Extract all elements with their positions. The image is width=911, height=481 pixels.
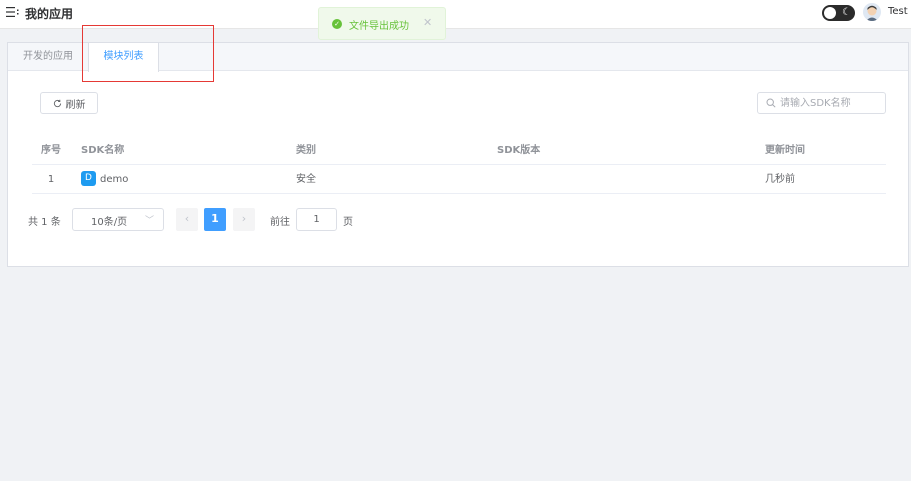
close-icon[interactable]: ✕ (423, 16, 432, 29)
theme-toggle[interactable]: ☾ (822, 5, 855, 21)
cell-sdk-name[interactable]: Ddemo (81, 165, 128, 194)
refresh-button[interactable]: 刷新 (40, 92, 98, 114)
header-updated-time: 更新时间 (765, 145, 805, 156)
top-header: 我的应用 ☾ Test (0, 0, 911, 29)
page-size-select[interactable]: 10条/页 ﹀ (72, 208, 164, 231)
menu-toggle-icon[interactable] (6, 6, 19, 18)
search-input[interactable] (780, 95, 880, 111)
cell-updated-time: 几秒前 (765, 174, 795, 185)
sdk-initial-badge: D (81, 170, 96, 186)
search-box[interactable] (757, 92, 886, 114)
goto-page-input[interactable] (296, 208, 337, 231)
goto-label: 前往 (270, 217, 290, 228)
page-size-value: 10条/页 (91, 217, 128, 228)
page-number-1[interactable]: 1 (204, 208, 226, 231)
page-title: 我的应用 (25, 7, 74, 21)
content-card: 开发的应用 模块列表 刷新 序号 SDK名称 类别 SDK版本 更新时间 1 D… (7, 42, 909, 267)
success-toast: ✓ 文件导出成功 ✕ (318, 7, 446, 40)
avatar[interactable] (863, 3, 881, 21)
table-header-row: 序号 SDK名称 类别 SDK版本 更新时间 (32, 136, 886, 165)
next-page-button[interactable]: › (233, 208, 255, 231)
cell-index: 1 (47, 174, 55, 185)
cell-category: 安全 (296, 174, 316, 185)
refresh-label: 刷新 (65, 99, 86, 111)
tab-bar: 开发的应用 模块列表 (8, 43, 908, 72)
sdk-table: 序号 SDK名称 类别 SDK版本 更新时间 1 Ddemo 安全 几秒前 (32, 136, 886, 194)
toggle-knob (824, 7, 836, 19)
pagination-total: 共 1 条 (28, 217, 61, 228)
user-avatar-icon (863, 3, 881, 21)
chevron-down-icon: ﹀ (144, 216, 154, 226)
search-icon (766, 98, 776, 108)
toast-message: 文件导出成功 (349, 21, 409, 32)
sdk-name-text: demo (100, 174, 129, 185)
moon-icon: ☾ (842, 7, 851, 18)
prev-page-button[interactable]: ‹ (176, 208, 198, 231)
success-check-icon: ✓ (332, 19, 342, 29)
header-index: 序号 (41, 145, 61, 156)
table-row[interactable]: 1 Ddemo 安全 几秒前 (32, 165, 886, 194)
page-unit-label: 页 (343, 217, 353, 228)
header-sdk-version: SDK版本 (497, 145, 541, 156)
tab-developed-apps[interactable]: 开发的应用 (8, 43, 88, 71)
header-sdk-name: SDK名称 (81, 145, 125, 156)
header-category: 类别 (296, 145, 316, 156)
username[interactable]: Test (888, 6, 908, 17)
pagination: 共 1 条 10条/页 ﹀ ‹ 1 › 前往 页 (28, 208, 428, 232)
tab-module-list[interactable]: 模块列表 (88, 43, 159, 72)
refresh-icon (53, 99, 61, 107)
